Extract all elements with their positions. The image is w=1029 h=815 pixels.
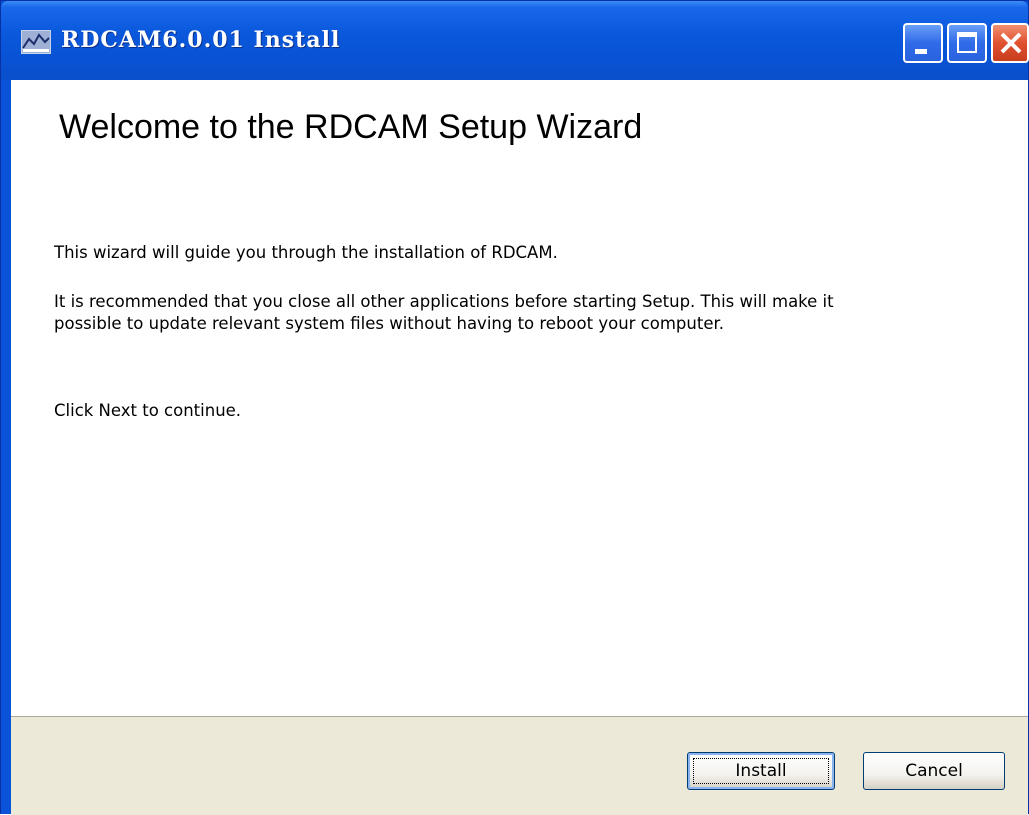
page-title: Welcome to the RDCAM Setup Wizard [59,108,643,146]
recommendation-text: It is recommended that you close all oth… [54,292,834,333]
maximize-button[interactable] [947,23,987,63]
intro-text: This wizard will guide you through the i… [54,243,558,262]
app-icon [21,30,51,54]
cancel-button[interactable]: Cancel [863,752,1005,790]
install-button[interactable]: Install [687,752,835,790]
wizard-content: Welcome to the RDCAM Setup Wizard This w… [11,80,1028,815]
window-title: RDCAM6.0.01 Install [61,27,341,53]
title-bar[interactable]: RDCAM6.0.01 Install [1,1,1029,80]
installer-window: RDCAM6.0.01 Install Welcome to the RDCAM… [0,0,1029,815]
button-bar: Install Cancel [11,716,1028,815]
minimize-button[interactable] [903,23,943,63]
maximize-icon [957,32,977,53]
cancel-button-label: Cancel [905,761,963,781]
minimize-icon [915,49,927,54]
close-icon [1000,32,1022,54]
continue-instruction-text: Click Next to continue. [54,401,242,420]
close-button[interactable] [991,23,1029,63]
install-button-label: Install [735,761,787,781]
